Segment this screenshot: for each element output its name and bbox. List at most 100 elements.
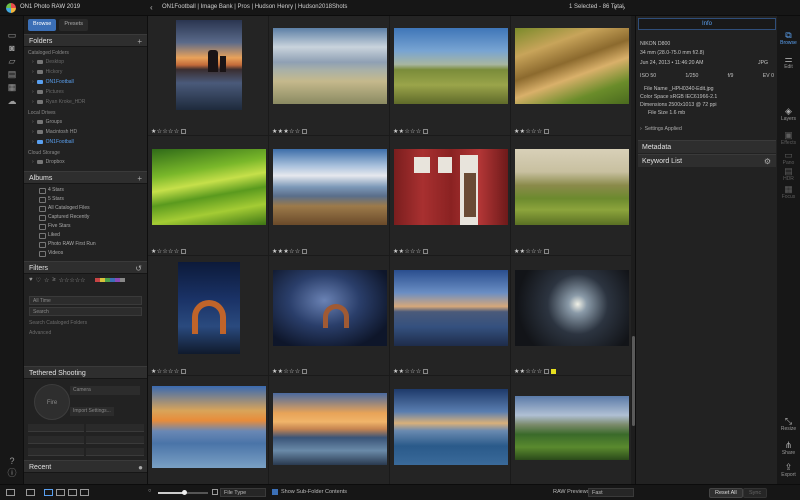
grid-cell[interactable] <box>269 376 390 496</box>
folder-item[interactable]: › Groups <box>24 117 147 127</box>
gte-icon[interactable]: ≥ <box>52 277 55 283</box>
filters-header[interactable]: Filters ↺ <box>24 261 147 274</box>
folder-item[interactable]: › Macintosh HD <box>24 127 147 137</box>
grid-cell[interactable]: ★★☆☆☆ <box>511 256 632 376</box>
photo-thumbnail[interactable] <box>152 386 266 468</box>
select-checkbox[interactable] <box>302 248 308 254</box>
add-album-icon[interactable]: + <box>137 174 142 183</box>
album-item[interactable]: Five Stars <box>24 222 147 231</box>
settings-applied-toggle[interactable]: › Settings Applied <box>640 126 682 132</box>
album-item[interactable]: All Cataloged Files <box>24 204 147 213</box>
chevron-right-icon[interactable]: › <box>32 159 34 165</box>
search-cataloged-checkbox[interactable]: Search Cataloged Folders <box>24 318 147 328</box>
photo-thumbnail[interactable] <box>515 270 629 346</box>
prev-next-icons[interactable]: ‹› <box>614 3 631 12</box>
file-type-select[interactable]: File Type <box>220 488 266 497</box>
sync-button[interactable]: Sync <box>743 488 768 498</box>
show-subfolder-checkbox[interactable] <box>272 489 278 495</box>
album-icon[interactable]: ▦ <box>6 82 18 92</box>
panel-toggle-icon[interactable] <box>6 489 15 496</box>
photo-thumbnail[interactable] <box>176 20 242 110</box>
star-row-icon[interactable]: ☆☆☆☆☆ <box>59 277 86 284</box>
module-edit[interactable]: ⚌ Edit <box>777 54 800 70</box>
compare-view-icon[interactable] <box>68 489 77 496</box>
select-checkbox[interactable] <box>544 128 550 134</box>
rating[interactable]: ★☆☆☆☆ <box>151 368 187 375</box>
advanced-toggle[interactable]: Advanced <box>24 328 147 338</box>
reset-filters-icon[interactable]: ↺ <box>135 264 142 273</box>
album-item[interactable]: 5 Stars <box>24 195 147 204</box>
photo-thumbnail[interactable] <box>515 28 629 104</box>
module-effects[interactable]: ▣ Effects <box>777 130 800 146</box>
module-pano[interactable]: ▭ Pano <box>777 150 800 166</box>
recent-header[interactable]: Recent ● <box>24 460 147 473</box>
grid-cell[interactable]: ★★☆☆☆ <box>511 16 632 136</box>
rating[interactable]: ★★☆☆☆ <box>514 128 550 135</box>
photo-thumbnail[interactable] <box>273 149 387 225</box>
grid-cell[interactable] <box>390 376 511 496</box>
folder-icon[interactable]: ▱ <box>6 56 18 66</box>
color-label-badge[interactable] <box>551 368 557 374</box>
module-focus[interactable]: ▦ Focus <box>777 184 800 200</box>
tether-dropdown-5[interactable] <box>28 448 84 456</box>
folder-item[interactable]: › Hickory <box>24 67 147 77</box>
detail-view-icon[interactable] <box>56 489 65 496</box>
gear-icon[interactable]: ⚙ <box>764 157 771 166</box>
photo-thumbnail[interactable] <box>394 389 508 465</box>
grid-cell[interactable]: ★☆☆☆☆ <box>148 256 269 376</box>
chevron-right-icon[interactable]: › <box>32 89 34 95</box>
tethered-header[interactable]: Tethered Shooting <box>24 366 147 379</box>
tether-dropdown-4[interactable] <box>86 436 144 444</box>
thumbnail-size-handle[interactable] <box>182 490 187 495</box>
keyword-list-header[interactable]: Keyword List ⚙ <box>638 154 776 167</box>
folder-item[interactable]: › Ryan Kroke_HDR <box>24 97 147 107</box>
chevron-right-icon[interactable]: › <box>32 139 34 145</box>
album-item[interactable]: Photo RAW First Run <box>24 240 147 249</box>
rating[interactable]: ★☆☆☆☆ <box>151 248 187 255</box>
folders-header[interactable]: Folders + <box>24 34 147 47</box>
select-checkbox[interactable] <box>181 248 187 254</box>
tether-dropdown-1[interactable] <box>28 424 84 432</box>
filmstrip-view-icon[interactable] <box>26 489 35 496</box>
select-checkbox[interactable] <box>302 128 308 134</box>
folder-item[interactable]: › Desktop <box>24 57 147 67</box>
chevron-right-icon[interactable]: › <box>32 79 34 85</box>
tether-dropdown-6[interactable] <box>86 448 144 456</box>
camera-icon[interactable]: ◙ <box>6 43 18 53</box>
chevron-right-icon[interactable]: › <box>32 59 34 65</box>
grid-cell[interactable]: ★★☆☆☆ <box>511 136 632 256</box>
rating[interactable]: ★★☆☆☆ <box>514 368 557 375</box>
star-filter-icon[interactable]: ☆ <box>44 277 49 284</box>
rating[interactable]: ★★☆☆☆ <box>393 368 429 375</box>
module-export[interactable]: ⇪ Export <box>777 462 800 478</box>
fire-button[interactable]: Fire <box>34 384 70 420</box>
grid-cell[interactable]: ★★★☆☆ <box>269 16 390 136</box>
photo-thumbnail[interactable] <box>152 149 266 225</box>
grid-view-icon[interactable] <box>44 489 53 496</box>
album-item[interactable]: Videos <box>24 249 147 258</box>
recent-clear-icon[interactable]: ● <box>138 463 143 472</box>
tether-dropdown-2[interactable] <box>86 424 144 432</box>
tether-dropdown-3[interactable] <box>28 436 84 444</box>
photo-thumbnail[interactable] <box>178 262 240 354</box>
photo-thumbnail[interactable] <box>515 396 629 460</box>
album-item[interactable]: 4 Stars <box>24 186 147 195</box>
grid-cell[interactable]: ★★★☆☆ <box>269 136 390 256</box>
raw-previews-select[interactable]: Fast <box>588 488 634 497</box>
module-layers[interactable]: ◈ Layers <box>777 106 800 122</box>
grid-cell[interactable]: ★☆☆☆☆ <box>148 136 269 256</box>
cloud-icon[interactable]: ☁ <box>6 96 18 106</box>
info-icon[interactable]: ⓘ <box>6 468 18 478</box>
rating[interactable]: ★☆☆☆☆ <box>151 128 187 135</box>
map-view-icon[interactable] <box>80 489 89 496</box>
rating[interactable]: ★★☆☆☆ <box>393 248 429 255</box>
albums-header[interactable]: Albums + <box>24 171 147 184</box>
grid-cell[interactable]: ★★☆☆☆ <box>390 16 511 136</box>
rating[interactable]: ★★★☆☆ <box>272 248 308 255</box>
select-checkbox[interactable] <box>181 128 187 134</box>
tab-browse[interactable]: Browse <box>28 19 57 31</box>
module-resize[interactable]: ⤡ Resize <box>777 416 800 432</box>
module-share[interactable]: ⋔ Share <box>777 440 800 456</box>
heart-icon[interactable]: ♥ <box>29 277 33 283</box>
import-settings-button[interactable]: Import Settings... <box>70 407 114 416</box>
